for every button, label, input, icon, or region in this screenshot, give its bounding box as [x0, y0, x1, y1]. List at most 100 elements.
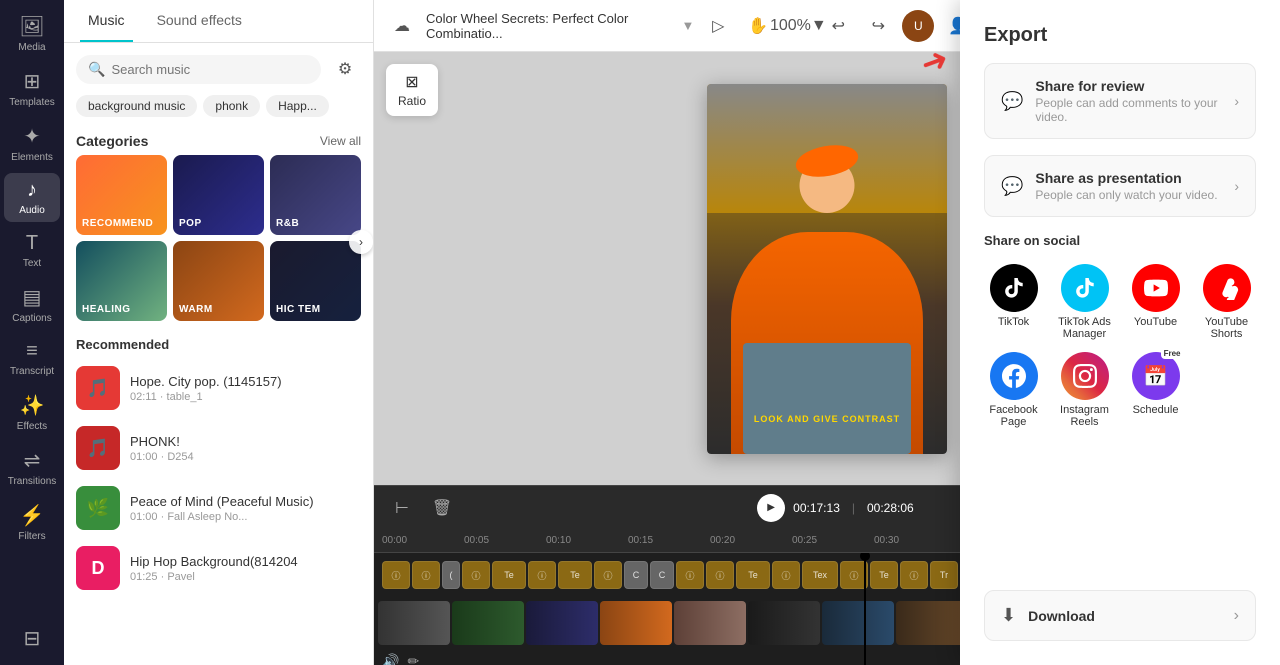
track-token[interactable]: ⓘ: [772, 561, 800, 589]
tab-music[interactable]: Music: [80, 0, 133, 42]
track-token[interactable]: ⓘ: [462, 561, 490, 589]
track-thumb[interactable]: [748, 601, 820, 645]
track-token[interactable]: ⓘ: [900, 561, 928, 589]
sidebar-item-templates[interactable]: ⊞ Templates: [4, 63, 60, 114]
avatar[interactable]: U: [902, 10, 934, 42]
category-rb[interactable]: R&B: [270, 155, 361, 235]
category-warm[interactable]: WARM: [173, 241, 264, 321]
volume-icon[interactable]: 🔊: [382, 653, 399, 665]
track-token[interactable]: Te: [558, 561, 592, 589]
trim-icon-btn[interactable]: ⊢: [386, 492, 418, 524]
tiktok-icon: [990, 264, 1038, 312]
social-item-instagram[interactable]: Instagram Reels: [1055, 352, 1114, 428]
download-arrow: ›: [1234, 607, 1239, 625]
track-thumb[interactable]: [674, 601, 746, 645]
chip-background-music[interactable]: background music: [76, 95, 197, 117]
track-thumb[interactable]: [600, 601, 672, 645]
share-presentation-icon: 💬: [1001, 176, 1023, 197]
ruler-mark-1: 00:05: [464, 535, 546, 546]
track-token[interactable]: ⓘ: [706, 561, 734, 589]
track-thumb[interactable]: [378, 601, 450, 645]
track-token[interactable]: Te: [736, 561, 770, 589]
track-token[interactable]: C: [624, 561, 648, 589]
sidebar-item-elements[interactable]: ✦ Elements: [4, 118, 60, 169]
cloud-icon-btn[interactable]: ☁: [386, 10, 418, 42]
tab-sound-effects[interactable]: Sound effects: [149, 0, 250, 42]
schedule-icon: 📅 Free: [1132, 352, 1180, 400]
delete-icon-btn[interactable]: 🗑: [426, 492, 458, 524]
music-item-0[interactable]: 🎵 Hope. City pop. (1145157) 02:11 · tabl…: [64, 358, 373, 418]
sidebar-item-filters[interactable]: ⚡ Filters: [4, 497, 60, 548]
zoom-btn[interactable]: 100% ▼: [782, 10, 814, 42]
playhead[interactable]: [864, 553, 866, 665]
ruler-mark-3: 00:15: [628, 535, 710, 546]
download-button[interactable]: ⬇ Download ›: [984, 590, 1256, 641]
sidebar-item-effects[interactable]: ✨ Effects: [4, 387, 60, 438]
transitions-icon: ⇌: [24, 448, 41, 473]
sidebar-item-text[interactable]: T Text: [4, 226, 60, 275]
track-token[interactable]: ⓘ: [412, 561, 440, 589]
ruler-mark-2: 00:10: [546, 535, 628, 546]
music-item-2[interactable]: 🌿 Peace of Mind (Peaceful Music) 01:00 ·…: [64, 478, 373, 538]
track-thumb[interactable]: [452, 601, 524, 645]
track-thumb[interactable]: [896, 601, 968, 645]
share-review-option[interactable]: 💬 Share for review People can add commen…: [984, 63, 1256, 139]
track-token[interactable]: Tex: [802, 561, 838, 589]
apps-icon: ⊟: [24, 626, 41, 651]
social-item-youtube-shorts[interactable]: YouTube Shorts: [1197, 264, 1256, 340]
category-hic[interactable]: HIC TEM: [270, 241, 361, 321]
track-token[interactable]: ⓘ: [594, 561, 622, 589]
play-button[interactable]: ▶: [757, 494, 785, 522]
delete-icon: 🗑: [432, 498, 452, 518]
track-thumb[interactable]: [822, 601, 894, 645]
ratio-button[interactable]: ⊠ Ratio: [386, 64, 438, 116]
sidebar: 🖼 Media ⊞ Templates ✦ Elements ♪ Audio T…: [0, 0, 64, 665]
sidebar-item-captions[interactable]: ▤ Captions: [4, 279, 60, 330]
edit-icon[interactable]: ✏: [407, 653, 419, 665]
facebook-label: Facebook Page: [984, 404, 1043, 428]
categories-next-arrow[interactable]: ›: [349, 230, 373, 254]
search-box[interactable]: 🔍: [76, 55, 321, 84]
redo-icon: ↪: [872, 16, 885, 36]
ruler-mark-6: 00:30: [874, 535, 956, 546]
view-all-link[interactable]: View all: [320, 134, 361, 148]
social-item-tiktok[interactable]: TikTok: [984, 264, 1043, 340]
recommended-section: Recommended 🎵 Hope. City pop. (1145157) …: [64, 329, 373, 665]
captions-icon: ▤: [23, 285, 42, 310]
download-label: Download: [1028, 608, 1222, 624]
track-token[interactable]: ⓘ: [676, 561, 704, 589]
sidebar-item-media[interactable]: 🖼 Media: [4, 8, 60, 59]
share-presentation-option[interactable]: 💬 Share as presentation People can only …: [984, 155, 1256, 217]
track-thumb[interactable]: [526, 601, 598, 645]
project-title[interactable]: Color Wheel Secrets: Perfect Color Combi…: [426, 11, 694, 41]
track-token[interactable]: ⓘ: [528, 561, 556, 589]
chip-phonk[interactable]: phonk: [203, 95, 260, 117]
track-token[interactable]: ⓘ: [382, 561, 410, 589]
track-token[interactable]: Te: [492, 561, 526, 589]
filter-icon-btn[interactable]: ⚙: [329, 53, 361, 85]
play-icon-btn[interactable]: ▷: [702, 10, 734, 42]
track-token[interactable]: (: [442, 561, 460, 589]
track-token[interactable]: C: [650, 561, 674, 589]
sidebar-item-transitions[interactable]: ⇌ Transitions: [4, 442, 60, 493]
social-item-tiktok-ads[interactable]: TikTok Ads Manager: [1055, 264, 1114, 340]
audio-icon: ♪: [27, 179, 37, 202]
track-token[interactable]: Te: [870, 561, 898, 589]
sidebar-item-audio[interactable]: ♪ Audio: [4, 173, 60, 222]
text-icon: T: [26, 232, 38, 255]
social-item-youtube[interactable]: YouTube: [1126, 264, 1185, 340]
category-healing[interactable]: HEALING: [76, 241, 167, 321]
track-token[interactable]: Tr: [930, 561, 958, 589]
sidebar-item-apps[interactable]: ⊟: [4, 620, 60, 657]
redo-btn[interactable]: ↪: [862, 10, 894, 42]
music-item-3[interactable]: D Hip Hop Background(814204 01:25 · Pave…: [64, 538, 373, 598]
search-input[interactable]: [111, 62, 309, 77]
undo-btn[interactable]: ↩: [822, 10, 854, 42]
music-item-1[interactable]: 🎵 PHONK! 01:00 · D254: [64, 418, 373, 478]
chip-happy[interactable]: Happ...: [266, 95, 329, 117]
social-item-facebook[interactable]: Facebook Page: [984, 352, 1043, 428]
social-item-schedule[interactable]: 📅 Free Schedule: [1126, 352, 1185, 428]
category-pop[interactable]: POP: [173, 155, 264, 235]
category-recommend[interactable]: RECOMMEND: [76, 155, 167, 235]
sidebar-item-transcript[interactable]: ≡ Transcript: [4, 334, 60, 383]
